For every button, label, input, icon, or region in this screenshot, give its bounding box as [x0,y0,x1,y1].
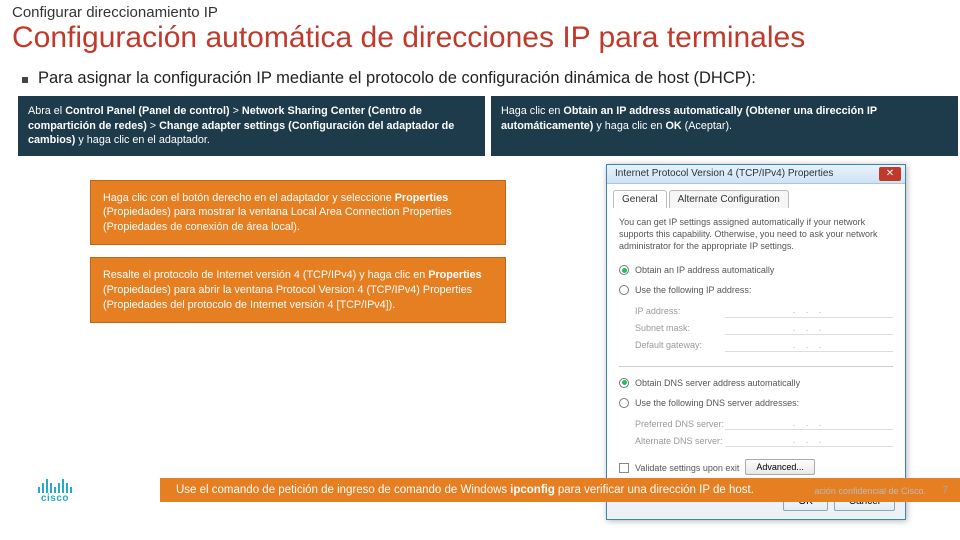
logo-text: cisco [41,493,69,504]
bullet-icon [22,77,28,83]
radio-use-dns[interactable]: Use the following DNS server addresses: [619,393,893,413]
close-icon[interactable]: ✕ [879,167,901,181]
radio-icon [619,398,629,408]
advanced-button[interactable]: Advanced... [745,459,815,475]
page-number: 7 [942,485,948,496]
right-column: Internet Protocol Version 4 (TCP/IPv4) P… [542,156,958,521]
radio-icon [619,285,629,295]
left-column: Haga clic con el botón derecho en el ada… [18,156,542,521]
orange-step-2: Resalte el protocolo de Internet versión… [90,257,506,323]
validate-checkbox-row[interactable]: Validate settings upon exit Advanced... [619,455,893,475]
dialog-description: You can get IP settings assigned automat… [619,216,893,252]
bullet-text: Para asignar la configuración IP mediant… [38,69,756,88]
cisco-logo: cisco [38,477,72,504]
logo-bars-icon [38,477,72,493]
checkbox-icon [619,463,629,473]
dark-header-left: Abra el Control Panel (Panel de control)… [18,96,485,156]
dark-header-right: Haga clic en Obtain an IP address automa… [491,96,958,156]
page-title: Configuración automática de direcciones … [0,21,960,55]
radio-icon [619,265,629,275]
radio-use-ip[interactable]: Use the following IP address: [619,280,893,300]
radio-icon [619,378,629,388]
dialog-tabs: General Alternate Configuration [607,184,905,208]
dialog-titlebar: Internet Protocol Version 4 (TCP/IPv4) P… [607,165,905,184]
dialog-title-text: Internet Protocol Version 4 (TCP/IPv4) P… [615,168,833,179]
radio-obtain-ip[interactable]: Obtain an IP address automatically [619,260,893,280]
dns-fields: Preferred DNS server:. . . Alternate DNS… [619,413,893,455]
dialog-body: You can get IP settings assigned automat… [607,208,905,484]
tab-general[interactable]: General [613,190,667,208]
radio-obtain-dns[interactable]: Obtain DNS server address automatically [619,373,893,393]
properties-dialog: Internet Protocol Version 4 (TCP/IPv4) P… [606,164,906,521]
tab-alternate[interactable]: Alternate Configuration [669,190,789,208]
bullet-row: Para asignar la configuración IP mediant… [0,55,960,96]
confidential-text: ación confidencial de Cisco. [814,486,926,496]
ip-fields: IP address:. . . Subnet mask:. . . Defau… [619,300,893,359]
section-label: Configurar direccionamiento IP [0,0,960,21]
content-row: Haga clic con el botón derecho en el ada… [18,156,958,521]
orange-step-1: Haga clic con el botón derecho en el ada… [90,180,506,246]
instruction-headers: Abra el Control Panel (Panel de control)… [18,96,958,156]
